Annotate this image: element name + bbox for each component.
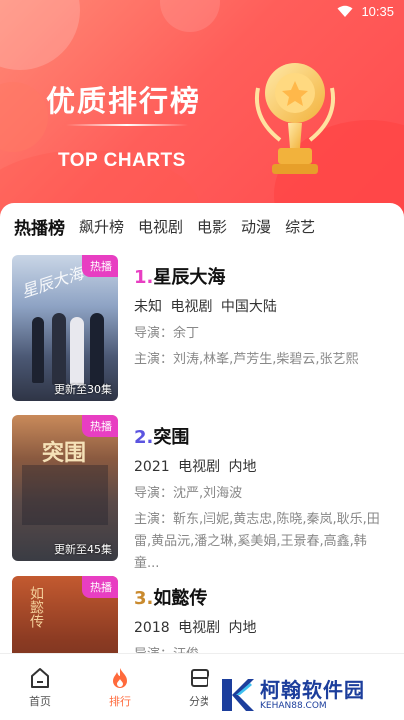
banner-subtitle: TOP CHARTS bbox=[58, 150, 186, 171]
show-title[interactable]: 星辰大海 bbox=[153, 267, 225, 288]
poster-title-art: 突围 bbox=[42, 441, 87, 466]
poster-image[interactable]: 突围 热播 更新至45集 bbox=[12, 415, 118, 561]
banner-title: 优质排行榜 bbox=[46, 84, 202, 118]
home-icon bbox=[31, 668, 49, 688]
trophy-icon bbox=[255, 63, 335, 174]
status-time: 10:35 bbox=[361, 4, 394, 19]
update-status: 更新至30集 bbox=[54, 383, 112, 396]
banner-divider bbox=[66, 124, 188, 126]
hot-badge: 热播 bbox=[82, 255, 118, 277]
ranking-content: 热播榜 飙升榜 电视剧 电影 动漫 综艺 星辰大海 热播 更新至30集 1.星辰… bbox=[0, 203, 404, 655]
show-meta: 2021 电视剧 内地 bbox=[134, 459, 257, 475]
watermark-url: KEHAN88.COM bbox=[260, 700, 327, 711]
poster-image[interactable]: 星辰大海 热播 更新至30集 bbox=[12, 255, 118, 401]
ranking-tabs: 热播榜 飙升榜 电视剧 电影 动漫 综艺 bbox=[0, 203, 404, 249]
tab-rising[interactable]: 飙升榜 bbox=[79, 216, 124, 237]
show-meta: 2018 电视剧 内地 bbox=[134, 620, 257, 636]
show-cast: 主演：刘涛,林峯,芦芳生,柴碧云,张艺熙 bbox=[134, 352, 359, 367]
watermark: 柯翰软件园 KEHAN88.COM bbox=[208, 670, 404, 720]
list-item[interactable]: 星辰大海 热播 更新至30集 1.星辰大海 未知 电视剧 中国大陆 导演：余丁 … bbox=[12, 255, 392, 403]
show-director: 导演：沈严,刘海波 bbox=[134, 486, 243, 501]
nav-ranking[interactable]: 排行 bbox=[80, 654, 160, 720]
watermark-logo-icon bbox=[222, 679, 254, 711]
rank-number: 1. bbox=[134, 267, 154, 288]
nav-home-label: 首页 bbox=[29, 695, 51, 708]
status-bar: 10:35 bbox=[0, 0, 404, 24]
tab-movie[interactable]: 电影 bbox=[197, 216, 227, 237]
rank-number: 2. bbox=[134, 427, 154, 448]
watermark-name: 柯翰软件园 bbox=[260, 677, 365, 702]
poster-title-art: 如懿传 bbox=[28, 586, 44, 628]
hot-badge: 热播 bbox=[82, 576, 118, 598]
poster-image[interactable]: 如懿传 热播 bbox=[12, 576, 118, 655]
wifi-icon bbox=[337, 5, 353, 17]
nav-ranking-label: 排行 bbox=[109, 695, 131, 708]
tab-hot[interactable]: 热播榜 bbox=[14, 214, 65, 239]
charts-banner: 优质排行榜 TOP CHARTS bbox=[0, 0, 404, 222]
update-status: 更新至45集 bbox=[54, 543, 112, 556]
rank-number: 3. bbox=[134, 588, 154, 609]
show-cast: 主演：靳东,闫妮,黄志忠,陈晓,秦岚,耿乐,田雷,黄品沅,潘之琳,奚美娟,王景春… bbox=[134, 512, 380, 571]
tab-anime[interactable]: 动漫 bbox=[241, 216, 271, 237]
hot-badge: 热播 bbox=[82, 415, 118, 437]
poster-title-art: 星辰大海 bbox=[19, 263, 86, 302]
tab-tv[interactable]: 电视剧 bbox=[138, 216, 183, 237]
tab-variety[interactable]: 综艺 bbox=[285, 216, 315, 237]
show-title[interactable]: 如懿传 bbox=[153, 588, 207, 609]
show-title[interactable]: 突围 bbox=[153, 427, 189, 448]
flame-icon bbox=[113, 668, 127, 688]
list-item[interactable]: 如懿传 热播 3.如懿传 2018 电视剧 内地 导演：汪俊 bbox=[12, 576, 392, 655]
show-meta: 未知 电视剧 中国大陆 bbox=[134, 299, 277, 315]
show-director: 导演：余丁 bbox=[134, 326, 200, 341]
list-item[interactable]: 突围 热播 更新至45集 2.突围 2021 电视剧 内地 导演：沈严,刘海波 … bbox=[12, 415, 392, 571]
nav-home[interactable]: 首页 bbox=[0, 654, 80, 720]
